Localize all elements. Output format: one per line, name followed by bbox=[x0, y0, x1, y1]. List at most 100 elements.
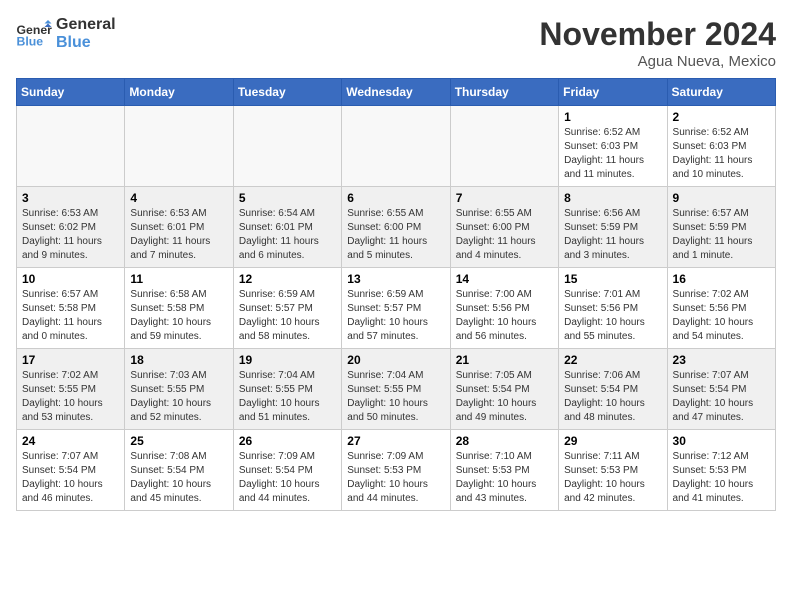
title-block: November 2024 Agua Nueva, Mexico bbox=[539, 16, 776, 70]
calendar-cell: 30 Sunrise: 7:12 AM Sunset: 5:53 PM Dayli… bbox=[667, 430, 775, 511]
calendar-cell: 18 Sunrise: 7:03 AM Sunset: 5:55 PM Dayli… bbox=[125, 349, 233, 430]
day-info: Sunrise: 7:09 AM Sunset: 5:54 PM Dayligh… bbox=[239, 450, 336, 506]
calendar-cell: 12 Sunrise: 6:59 AM Sunset: 5:57 PM Dayli… bbox=[233, 268, 341, 349]
day-number: 7 bbox=[456, 191, 553, 205]
calendar-week-row: 10 Sunrise: 6:57 AM Sunset: 5:58 PM Dayli… bbox=[17, 268, 776, 349]
day-info: Sunrise: 6:57 AM Sunset: 5:59 PM Dayligh… bbox=[673, 207, 770, 263]
weekday-header-thursday: Thursday bbox=[450, 79, 558, 106]
calendar-cell: 22Sunrise: 7:06 AM Sunset: 5:54 PM Dayli… bbox=[559, 349, 667, 430]
day-info: Sunrise: 7:02 AM Sunset: 5:56 PM Dayligh… bbox=[673, 288, 770, 344]
day-number: 6 bbox=[347, 191, 444, 205]
calendar-cell: 8Sunrise: 6:56 AM Sunset: 5:59 PM Daylig… bbox=[559, 187, 667, 268]
calendar-cell bbox=[17, 106, 125, 187]
day-info: Sunrise: 7:07 AM Sunset: 5:54 PM Dayligh… bbox=[22, 450, 119, 506]
calendar-cell bbox=[125, 106, 233, 187]
day-info: Sunrise: 7:03 AM Sunset: 5:55 PM Dayligh… bbox=[130, 369, 227, 425]
calendar-week-row: 1 Sunrise: 6:52 AM Sunset: 6:03 PM Daylig… bbox=[17, 106, 776, 187]
day-number: 17 bbox=[22, 353, 119, 367]
calendar-cell: 24 Sunrise: 7:07 AM Sunset: 5:54 PM Dayli… bbox=[17, 430, 125, 511]
day-info: Sunrise: 6:59 AM Sunset: 5:57 PM Dayligh… bbox=[347, 288, 444, 344]
weekday-header-wednesday: Wednesday bbox=[342, 79, 450, 106]
logo-blue: Blue bbox=[56, 34, 116, 52]
day-number: 29 bbox=[564, 434, 661, 448]
day-number: 14 bbox=[456, 272, 553, 286]
day-info: Sunrise: 7:09 AM Sunset: 5:53 PM Dayligh… bbox=[347, 450, 444, 506]
day-number: 25 bbox=[130, 434, 227, 448]
day-info: Sunrise: 7:04 AM Sunset: 5:55 PM Dayligh… bbox=[347, 369, 444, 425]
weekday-header-friday: Friday bbox=[559, 79, 667, 106]
calendar-cell: 3Sunrise: 6:53 AM Sunset: 6:02 PM Daylig… bbox=[17, 187, 125, 268]
calendar-cell: 4 Sunrise: 6:53 AM Sunset: 6:01 PM Daylig… bbox=[125, 187, 233, 268]
logo-icon: General Blue bbox=[16, 20, 52, 48]
calendar-cell: 29 Sunrise: 7:11 AM Sunset: 5:53 PM Dayli… bbox=[559, 430, 667, 511]
day-number: 9 bbox=[673, 191, 770, 205]
day-number: 11 bbox=[130, 272, 227, 286]
calendar-table: SundayMondayTuesdayWednesdayThursdayFrid… bbox=[16, 78, 776, 511]
day-number: 28 bbox=[456, 434, 553, 448]
day-number: 13 bbox=[347, 272, 444, 286]
calendar-week-row: 17 Sunrise: 7:02 AM Sunset: 5:55 PM Dayli… bbox=[17, 349, 776, 430]
day-number: 21 bbox=[456, 353, 553, 367]
day-info: Sunrise: 6:55 AM Sunset: 6:00 PM Dayligh… bbox=[456, 207, 553, 263]
day-info: Sunrise: 7:02 AM Sunset: 5:55 PM Dayligh… bbox=[22, 369, 119, 425]
day-number: 24 bbox=[22, 434, 119, 448]
day-number: 30 bbox=[673, 434, 770, 448]
day-info: Sunrise: 7:10 AM Sunset: 5:53 PM Dayligh… bbox=[456, 450, 553, 506]
logo-general: General bbox=[56, 16, 116, 34]
day-info: Sunrise: 7:05 AM Sunset: 5:54 PM Dayligh… bbox=[456, 369, 553, 425]
calendar-cell: 23 Sunrise: 7:07 AM Sunset: 5:54 PM Dayli… bbox=[667, 349, 775, 430]
day-number: 18 bbox=[130, 353, 227, 367]
day-info: Sunrise: 6:52 AM Sunset: 6:03 PM Dayligh… bbox=[564, 126, 661, 182]
day-info: Sunrise: 6:52 AM Sunset: 6:03 PM Dayligh… bbox=[673, 126, 770, 182]
day-number: 23 bbox=[673, 353, 770, 367]
day-info: Sunrise: 7:08 AM Sunset: 5:54 PM Dayligh… bbox=[130, 450, 227, 506]
calendar-cell: 2Sunrise: 6:52 AM Sunset: 6:03 PM Daylig… bbox=[667, 106, 775, 187]
calendar-cell: 15Sunrise: 7:01 AM Sunset: 5:56 PM Dayli… bbox=[559, 268, 667, 349]
calendar-cell: 11Sunrise: 6:58 AM Sunset: 5:58 PM Dayli… bbox=[125, 268, 233, 349]
day-number: 26 bbox=[239, 434, 336, 448]
day-number: 10 bbox=[22, 272, 119, 286]
weekday-header-monday: Monday bbox=[125, 79, 233, 106]
day-info: Sunrise: 6:53 AM Sunset: 6:02 PM Dayligh… bbox=[22, 207, 119, 263]
weekday-header-saturday: Saturday bbox=[667, 79, 775, 106]
calendar-cell: 10 Sunrise: 6:57 AM Sunset: 5:58 PM Dayli… bbox=[17, 268, 125, 349]
day-number: 5 bbox=[239, 191, 336, 205]
day-info: Sunrise: 6:53 AM Sunset: 6:01 PM Dayligh… bbox=[130, 207, 227, 263]
day-number: 20 bbox=[347, 353, 444, 367]
calendar-cell: 13 Sunrise: 6:59 AM Sunset: 5:57 PM Dayli… bbox=[342, 268, 450, 349]
page-header: General Blue General Blue November 2024 … bbox=[16, 16, 776, 70]
calendar-cell: 25 Sunrise: 7:08 AM Sunset: 5:54 PM Dayli… bbox=[125, 430, 233, 511]
logo: General Blue General Blue bbox=[16, 16, 116, 53]
day-info: Sunrise: 6:54 AM Sunset: 6:01 PM Dayligh… bbox=[239, 207, 336, 263]
calendar-cell: 14Sunrise: 7:00 AM Sunset: 5:56 PM Dayli… bbox=[450, 268, 558, 349]
calendar-cell: 20 Sunrise: 7:04 AM Sunset: 5:55 PM Dayli… bbox=[342, 349, 450, 430]
location-title: Agua Nueva, Mexico bbox=[539, 53, 776, 70]
month-title: November 2024 bbox=[539, 16, 776, 53]
day-number: 12 bbox=[239, 272, 336, 286]
calendar-cell bbox=[233, 106, 341, 187]
day-info: Sunrise: 7:12 AM Sunset: 5:53 PM Dayligh… bbox=[673, 450, 770, 506]
day-info: Sunrise: 6:57 AM Sunset: 5:58 PM Dayligh… bbox=[22, 288, 119, 344]
day-number: 8 bbox=[564, 191, 661, 205]
svg-text:Blue: Blue bbox=[17, 35, 44, 49]
calendar-cell: 27 Sunrise: 7:09 AM Sunset: 5:53 PM Dayli… bbox=[342, 430, 450, 511]
day-number: 19 bbox=[239, 353, 336, 367]
day-info: Sunrise: 7:01 AM Sunset: 5:56 PM Dayligh… bbox=[564, 288, 661, 344]
calendar-cell: 17 Sunrise: 7:02 AM Sunset: 5:55 PM Dayli… bbox=[17, 349, 125, 430]
calendar-cell: 7 Sunrise: 6:55 AM Sunset: 6:00 PM Daylig… bbox=[450, 187, 558, 268]
calendar-cell: 28 Sunrise: 7:10 AM Sunset: 5:53 PM Dayli… bbox=[450, 430, 558, 511]
calendar-week-row: 3Sunrise: 6:53 AM Sunset: 6:02 PM Daylig… bbox=[17, 187, 776, 268]
day-info: Sunrise: 7:04 AM Sunset: 5:55 PM Dayligh… bbox=[239, 369, 336, 425]
day-info: Sunrise: 7:07 AM Sunset: 5:54 PM Dayligh… bbox=[673, 369, 770, 425]
calendar-header-row: SundayMondayTuesdayWednesdayThursdayFrid… bbox=[17, 79, 776, 106]
calendar-cell: 26 Sunrise: 7:09 AM Sunset: 5:54 PM Dayli… bbox=[233, 430, 341, 511]
day-number: 4 bbox=[130, 191, 227, 205]
day-number: 27 bbox=[347, 434, 444, 448]
day-info: Sunrise: 6:59 AM Sunset: 5:57 PM Dayligh… bbox=[239, 288, 336, 344]
day-info: Sunrise: 7:11 AM Sunset: 5:53 PM Dayligh… bbox=[564, 450, 661, 506]
calendar-cell: 5 Sunrise: 6:54 AM Sunset: 6:01 PM Daylig… bbox=[233, 187, 341, 268]
calendar-cell: 19 Sunrise: 7:04 AM Sunset: 5:55 PM Dayli… bbox=[233, 349, 341, 430]
day-number: 16 bbox=[673, 272, 770, 286]
day-number: 22 bbox=[564, 353, 661, 367]
day-number: 1 bbox=[564, 110, 661, 124]
